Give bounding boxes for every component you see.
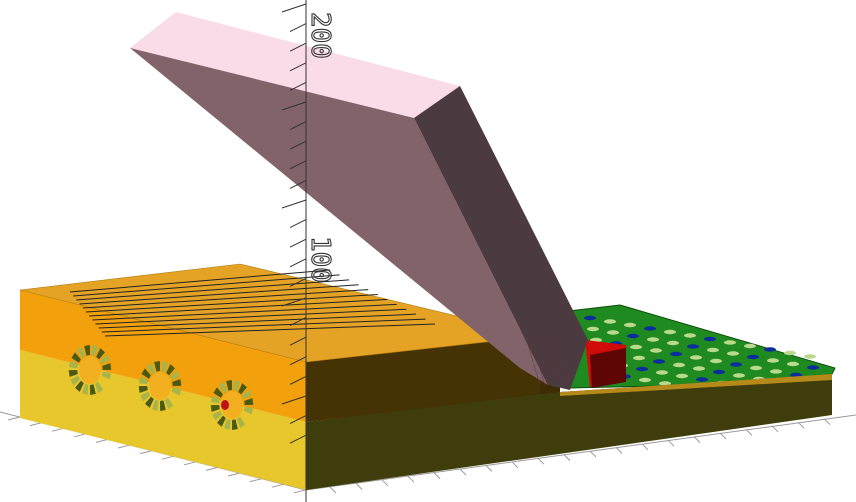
key-hole [690, 355, 702, 360]
key-hole [636, 366, 648, 372]
key-hole [653, 359, 665, 364]
key-hole [767, 358, 779, 363]
key-hole [676, 373, 688, 379]
model-scene[interactable]: 200 100 [0, 0, 856, 502]
key-hole [704, 336, 716, 342]
key-hole [624, 322, 636, 328]
key-hole [750, 365, 762, 371]
key-hole [713, 369, 725, 375]
key-hole [647, 337, 659, 342]
key-hole [584, 315, 596, 321]
key-hole [707, 347, 719, 353]
axis-label-200: 200 [305, 12, 335, 59]
key-hole [770, 369, 782, 374]
key-hole [804, 354, 816, 359]
red-cube [585, 340, 626, 388]
key-hole [604, 319, 616, 324]
key-hole [673, 362, 685, 368]
key-hole [696, 377, 708, 382]
key-hole [724, 340, 736, 345]
key-hole [667, 340, 679, 346]
key-hole [627, 333, 639, 339]
key-hole [650, 348, 662, 353]
key-hole [784, 350, 796, 356]
key-hole [687, 344, 699, 349]
key-hole [670, 351, 682, 357]
axis-label-100: 100 [305, 236, 335, 283]
key-hole [644, 326, 656, 331]
key-hole [747, 354, 759, 360]
key-hole [630, 344, 642, 350]
key-hole [730, 362, 742, 367]
key-hole [807, 365, 819, 370]
key-hole [727, 351, 739, 356]
key-hole [787, 361, 799, 367]
key-hole [639, 377, 651, 383]
key-hole [656, 370, 668, 375]
3d-viewport[interactable]: 200 100 [0, 0, 856, 502]
key-hole [733, 373, 745, 378]
key-hole [607, 330, 619, 335]
key-hole [744, 343, 756, 349]
key-hole [710, 358, 722, 364]
key-hole [664, 329, 676, 335]
key-hole [693, 366, 705, 371]
key-hole [764, 347, 776, 352]
key-hole [633, 355, 645, 361]
key-hole [587, 326, 599, 332]
key-hole [684, 333, 696, 338]
